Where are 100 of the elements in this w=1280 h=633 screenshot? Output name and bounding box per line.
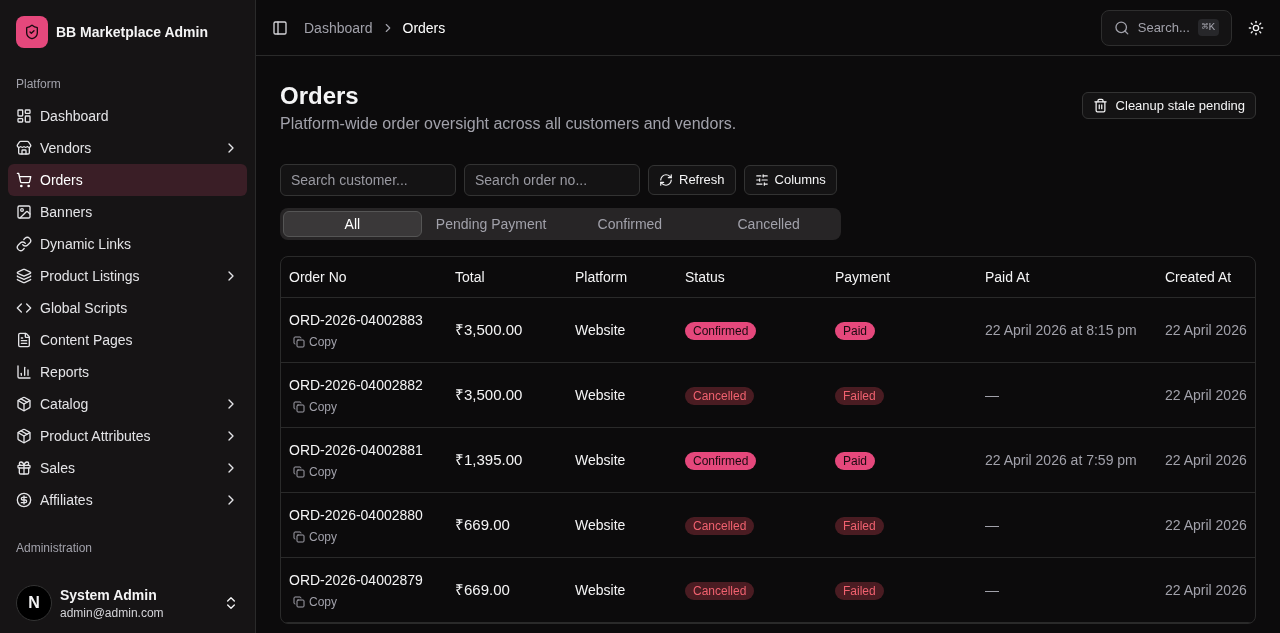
table-cell-text: ₹669.00: [455, 580, 511, 601]
sidebar-toggle-icon: [272, 19, 288, 36]
table-cell-text: 22 April 2026 at 8:15 pm: [985, 321, 1138, 340]
table-cell-text: Website: [575, 581, 627, 600]
copy-icon: [293, 531, 305, 543]
status-badge: Cancelled: [685, 517, 755, 535]
dollar-icon: [16, 492, 32, 508]
order-search-field[interactable]: Search order no...: [464, 164, 640, 196]
table-cell-text: Website: [575, 516, 627, 535]
payment-badge: Failed: [835, 387, 884, 405]
copy-button[interactable]: Copy: [293, 529, 337, 545]
user-name: System Admin: [60, 586, 158, 605]
logo-icon: [16, 16, 48, 48]
table-cell-text: Website: [575, 451, 627, 470]
section-label: Administration: [15, 540, 94, 557]
layers-icon: [16, 268, 32, 284]
column-header: Payment: [835, 268, 892, 287]
status-tab[interactable]: Cancelled: [699, 211, 838, 237]
table-cell-text: 22 April 2026: [1165, 321, 1248, 340]
document-icon: [16, 332, 32, 348]
table-cell-text: 22 April 2026: [1165, 516, 1248, 535]
column-header: Created At: [1165, 268, 1233, 287]
image-icon: [16, 204, 32, 220]
nav-item[interactable]: Product Listings: [8, 260, 247, 292]
payment-badge: Paid: [835, 452, 876, 470]
nav-item[interactable]: Banners: [8, 196, 247, 228]
status-tab[interactable]: All: [283, 211, 422, 237]
copy-button[interactable]: Copy: [293, 464, 337, 480]
column-header: Paid At: [985, 268, 1031, 287]
sliders-icon: [754, 173, 769, 187]
status-badge: Cancelled: [685, 582, 755, 600]
search-icon: [1114, 19, 1130, 36]
status-badge: Cancelled: [685, 387, 755, 405]
trash-icon: [1092, 98, 1108, 113]
nav-item[interactable]: Affiliates: [8, 484, 247, 516]
refresh-icon: [659, 173, 673, 187]
shortcut-key: ⌘K: [1197, 19, 1219, 36]
table-cell-text: ₹3,500.00: [455, 385, 524, 406]
table-cell-text: —: [985, 516, 1000, 535]
page-subtitle: Platform-wide order oversight across all customers and vendors.: [280, 114, 737, 134]
cart-icon: [16, 172, 32, 188]
status-tab[interactable]: Pending Payment: [421, 211, 561, 237]
nav-item[interactable]: Catalog: [8, 388, 247, 420]
table-cell-text: ₹1,395.00: [455, 450, 524, 471]
user-avatar: N: [16, 585, 52, 621]
customer-search-field[interactable]: Search customer...: [280, 164, 456, 196]
nav-item[interactable]: Global Scripts: [8, 292, 247, 324]
table-cell-text: ₹3,500.00: [455, 320, 524, 341]
cleanup-button[interactable]: Cleanup stale pending: [1081, 92, 1256, 119]
nav-item[interactable]: Content Pages: [8, 324, 247, 356]
table-cell-text: Website: [575, 321, 627, 340]
section-label: Platform: [15, 76, 62, 93]
column-header: Order No: [289, 268, 348, 287]
brand-name: BB Marketplace Admin: [56, 23, 208, 42]
order-number: ORD-2026-04002880: [289, 506, 424, 525]
copy-icon: [293, 596, 305, 608]
bar-chart-icon: [16, 364, 32, 380]
copy-button[interactable]: Copy: [293, 594, 337, 610]
box-icon: [16, 428, 32, 444]
table-cell-text: ₹669.00: [455, 515, 511, 536]
table-cell-text: Website: [575, 386, 627, 405]
table-cell-text: 22 April 2026: [1165, 386, 1248, 405]
nav-item[interactable]: Product Attributes: [8, 420, 247, 452]
nav-item[interactable]: Dynamic Links: [8, 228, 247, 260]
search-button[interactable]: Search... ⌘K: [1101, 9, 1232, 46]
table-cell-text: —: [985, 581, 1000, 600]
table-cell-text: 22 April 2026: [1165, 451, 1248, 470]
order-number: ORD-2026-04002879: [289, 571, 424, 590]
table-cell-text: —: [985, 386, 1000, 405]
nav-item[interactable]: Sales: [8, 452, 247, 484]
status-badge: Confirmed: [685, 452, 757, 470]
copy-button[interactable]: Copy: [293, 334, 337, 350]
copy-button[interactable]: Copy: [293, 399, 337, 415]
copy-icon: [293, 466, 305, 478]
table-cell-text: 22 April 2026: [1165, 581, 1248, 600]
payment-badge: Failed: [835, 517, 884, 535]
code-icon: [16, 300, 32, 316]
breadcrumb-link[interactable]: Dashboard: [304, 17, 373, 38]
column-header: Platform: [575, 268, 629, 287]
column-header: Total: [455, 268, 486, 287]
box-icon: [16, 396, 32, 412]
copy-icon: [293, 401, 305, 413]
user-email: admin@admin.com: [60, 605, 165, 621]
nav-item[interactable]: Dashboard: [8, 100, 247, 132]
nav-item[interactable]: Vendors: [8, 132, 247, 164]
order-number: ORD-2026-04002883: [289, 311, 424, 330]
status-tab[interactable]: Confirmed: [560, 211, 700, 237]
nav-item[interactable]: Reports: [8, 356, 247, 388]
copy-icon: [293, 336, 305, 348]
order-number: ORD-2026-04002881: [289, 441, 424, 460]
columns-button[interactable]: Columns: [743, 165, 837, 195]
refresh-button[interactable]: Refresh: [648, 165, 736, 195]
link-icon: [16, 236, 32, 252]
order-number: ORD-2026-04002882: [289, 376, 424, 395]
nav-item[interactable]: Orders: [8, 164, 247, 196]
status-badge: Confirmed: [685, 322, 757, 340]
store-icon: [16, 140, 32, 156]
theme-toggle-icon: [1248, 19, 1264, 36]
page-title: Orders: [280, 81, 360, 111]
payment-badge: Failed: [835, 582, 884, 600]
